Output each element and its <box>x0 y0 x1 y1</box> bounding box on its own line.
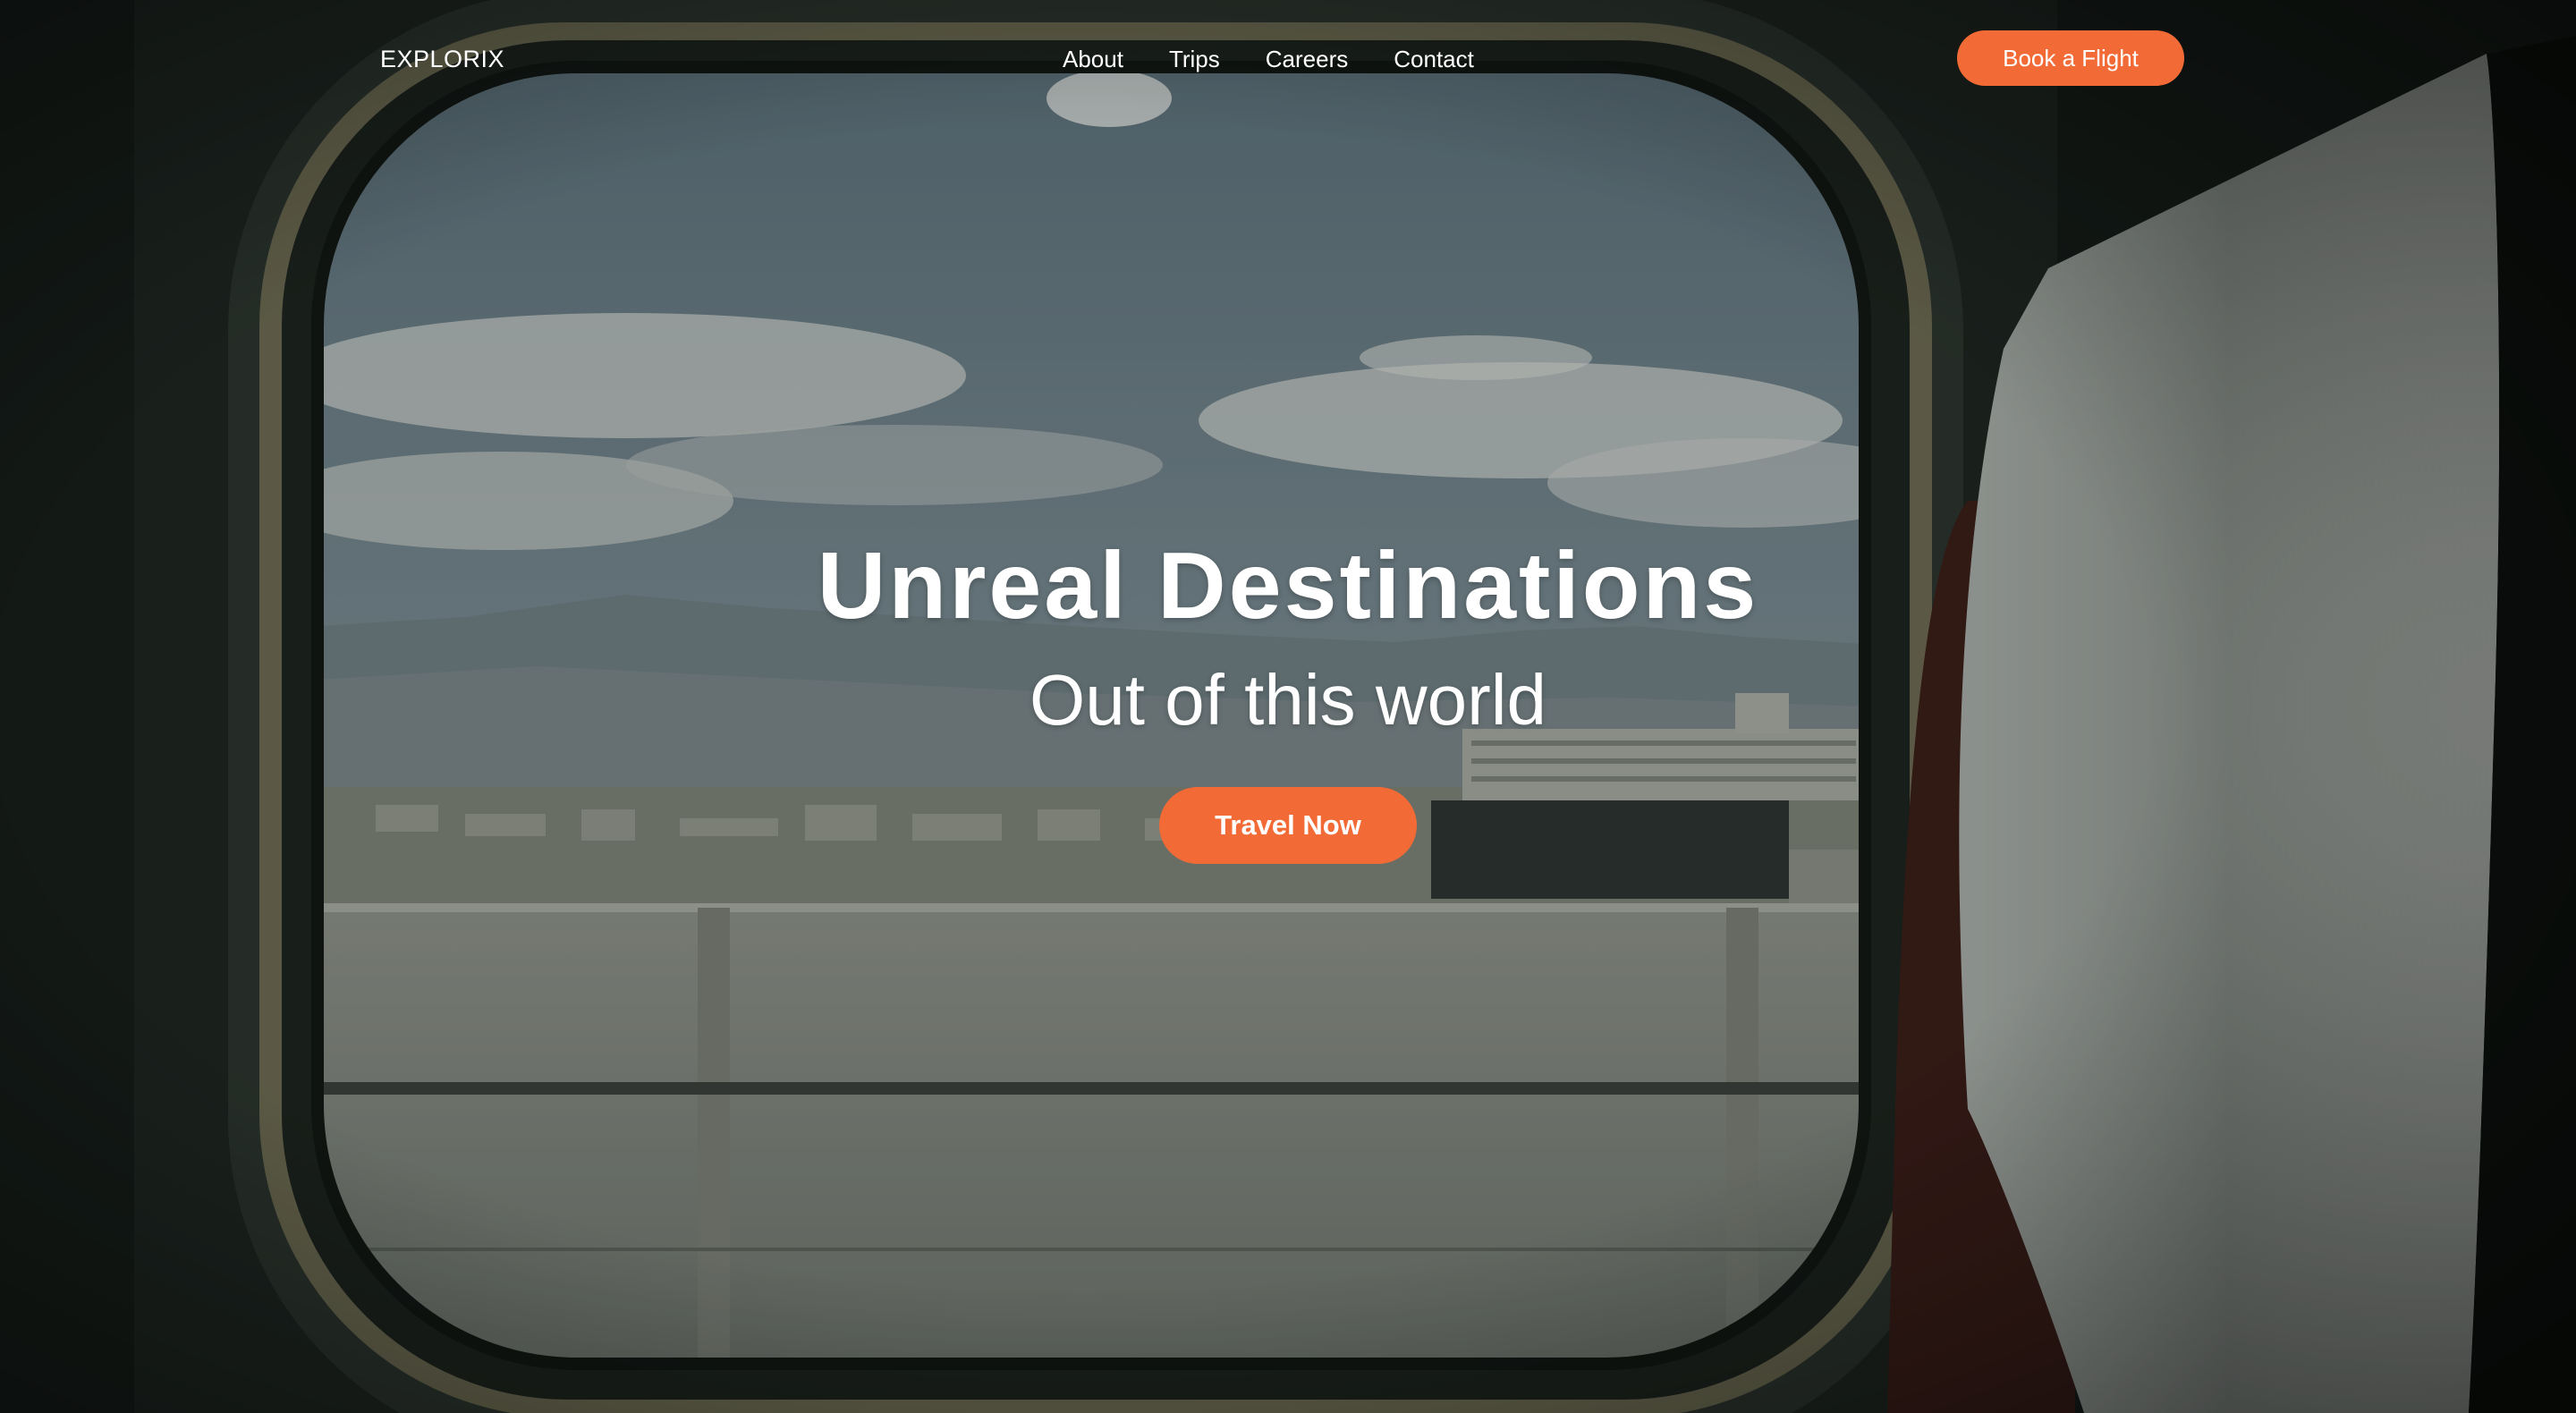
nav-links: About Trips Careers Contact <box>1063 41 1474 77</box>
nav-link-careers[interactable]: Careers <box>1266 41 1348 77</box>
hero-title: Unreal Destinations <box>817 533 1759 639</box>
nav-link-contact[interactable]: Contact <box>1394 41 1474 77</box>
travel-now-button[interactable]: Travel Now <box>1159 787 1417 864</box>
hero-section: Unreal Destinations Out of this world Tr… <box>0 528 2576 864</box>
nav-link-about[interactable]: About <box>1063 41 1123 77</box>
navbar: EXPLORIX About Trips Careers Contact Boo… <box>0 0 2576 118</box>
hero-subtitle: Out of this world <box>1029 660 1546 740</box>
book-a-flight-button[interactable]: Book a Flight <box>1957 30 2184 86</box>
brand-logo[interactable]: EXPLORIX <box>380 41 504 77</box>
nav-link-trips[interactable]: Trips <box>1169 41 1220 77</box>
landing-page: EXPLORIX About Trips Careers Contact Boo… <box>0 0 2576 1413</box>
